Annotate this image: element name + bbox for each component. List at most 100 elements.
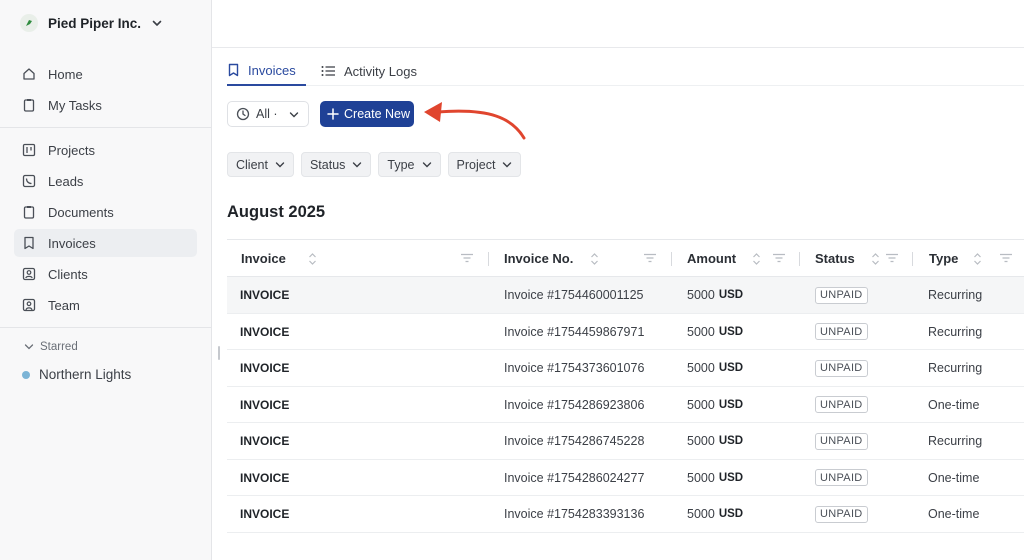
- clients-icon: [22, 267, 36, 281]
- filter-project[interactable]: Project: [447, 152, 522, 177]
- sidebar-item-team[interactable]: Team: [14, 291, 197, 319]
- sidebar-resize-handle[interactable]: [218, 346, 220, 360]
- starred-section-toggle[interactable]: Starred: [24, 341, 78, 353]
- starred-item-northern-lights[interactable]: Northern Lights: [22, 367, 131, 382]
- invoices-table: Invoice Invoice No. Amount Status Type I…: [227, 239, 1024, 533]
- plus-icon: [327, 108, 339, 120]
- filter-bar: Client Status Type Project: [227, 152, 522, 177]
- filter-label: Client: [236, 157, 268, 172]
- chevron-down-icon: [275, 161, 285, 167]
- column-divider: [488, 252, 489, 266]
- table-row[interactable]: INVOICE Invoice #1754286745228 5000 USD U…: [227, 423, 1024, 460]
- clipboard-icon: [22, 98, 36, 112]
- invoice-status: UNPAID: [815, 423, 868, 459]
- sidebar-item-clients[interactable]: Clients: [14, 260, 197, 288]
- invoice-title: INVOICE: [240, 507, 290, 521]
- tab-invoices[interactable]: Invoices: [227, 56, 306, 86]
- sort-icon[interactable]: [752, 252, 761, 266]
- table-row[interactable]: INVOICE Invoice #1754286024277 5000 USD U…: [227, 460, 1024, 496]
- tab-label: Activity Logs: [344, 63, 417, 79]
- team-icon: [22, 298, 36, 312]
- create-new-label: Create New: [344, 107, 410, 121]
- sort-icon[interactable]: [871, 252, 880, 266]
- amount-value: 5000: [687, 397, 715, 412]
- phone-icon: [22, 174, 36, 188]
- sidebar-item-documents[interactable]: Documents: [14, 198, 197, 226]
- column-header-invoice[interactable]: Invoice: [241, 240, 317, 277]
- column-divider: [671, 252, 672, 266]
- status-badge: UNPAID: [815, 396, 868, 413]
- table-header: Invoice Invoice No. Amount Status Type: [227, 239, 1024, 277]
- invoice-amount: 5000 USD: [687, 387, 743, 423]
- org-switcher[interactable]: Pied Piper Inc.: [20, 12, 163, 34]
- currency-code: USD: [718, 362, 744, 374]
- filter-label: Type: [387, 157, 415, 172]
- invoice-amount: 5000 USD: [687, 350, 743, 386]
- bookmark-icon: [22, 236, 36, 250]
- invoice-title: INVOICE: [240, 324, 290, 339]
- sort-icon[interactable]: [973, 252, 982, 266]
- column-header-amount[interactable]: Amount: [687, 240, 761, 277]
- filter-client[interactable]: Client: [227, 152, 294, 177]
- sidebar-item-label: Documents: [48, 204, 114, 220]
- home-icon: [22, 67, 36, 81]
- invoice-status: UNPAID: [815, 277, 868, 313]
- filter-icon[interactable]: [643, 253, 657, 263]
- invoice-type: Recurring: [928, 324, 983, 339]
- filter-icon[interactable]: [885, 253, 899, 263]
- chevron-down-icon: [152, 20, 162, 26]
- sort-icon[interactable]: [308, 252, 317, 266]
- invoice-type: One-time: [928, 397, 980, 412]
- column-label: Invoice No.: [504, 251, 574, 266]
- filter-icon[interactable]: [999, 253, 1013, 263]
- sidebar-item-label: My Tasks: [48, 97, 102, 113]
- sidebar-divider: [0, 327, 211, 328]
- amount-value: 5000: [687, 470, 715, 485]
- sort-icon[interactable]: [590, 252, 599, 266]
- table-row[interactable]: INVOICE Invoice #1754283393136 5000 USD U…: [227, 496, 1024, 533]
- tab-activity-logs[interactable]: Activity Logs: [321, 56, 417, 86]
- currency-code: USD: [718, 289, 744, 301]
- status-badge: UNPAID: [815, 323, 868, 340]
- filter-icon[interactable]: [460, 253, 474, 263]
- starred-label: Starred: [40, 341, 78, 353]
- column-header-invoice-no[interactable]: Invoice No.: [504, 240, 599, 277]
- table-row[interactable]: INVOICE Invoice #1754460001125 5000 USD U…: [227, 277, 1024, 314]
- filter-label: Status: [309, 157, 346, 172]
- chevron-down-icon: [289, 112, 299, 118]
- sidebar-item-projects[interactable]: Projects: [14, 136, 197, 164]
- column-header-status[interactable]: Status: [815, 240, 880, 277]
- invoice-amount: 5000 USD: [687, 277, 743, 313]
- invoice-amount: 5000 USD: [687, 423, 743, 459]
- filter-status[interactable]: Status: [300, 152, 372, 177]
- period-filter-dropdown[interactable]: All ·: [227, 101, 309, 127]
- invoice-amount: 5000 USD: [687, 314, 743, 350]
- filter-icon[interactable]: [772, 253, 786, 263]
- sidebar-item-label: Home: [48, 66, 83, 82]
- chevron-down-icon: [503, 161, 512, 167]
- invoice-type: One-time: [928, 470, 980, 485]
- column-header-type[interactable]: Type: [929, 240, 982, 277]
- sidebar-item-leads[interactable]: Leads: [14, 167, 197, 195]
- project-color-dot: [22, 370, 30, 379]
- currency-code: USD: [718, 325, 744, 338]
- filter-type[interactable]: Type: [378, 152, 441, 177]
- top-bar: [212, 0, 1024, 48]
- create-new-button[interactable]: Create New: [320, 101, 414, 127]
- column-divider: [912, 252, 913, 266]
- nav-primary: Home My Tasks: [14, 60, 197, 122]
- table-row[interactable]: INVOICE Invoice #1754459867971 5000 USD U…: [227, 314, 1024, 350]
- status-badge: UNPAID: [815, 505, 868, 523]
- kanban-icon: [22, 143, 36, 157]
- invoice-title: INVOICE: [240, 288, 290, 302]
- invoice-type: Recurring: [928, 361, 983, 375]
- table-row[interactable]: INVOICE Invoice #1754373601076 5000 USD U…: [227, 350, 1024, 387]
- status-badge: UNPAID: [815, 359, 868, 377]
- clock-history-icon: [236, 107, 250, 121]
- table-row[interactable]: INVOICE Invoice #1754286923806 5000 USD U…: [227, 387, 1024, 423]
- sidebar-item-home[interactable]: Home: [14, 60, 197, 88]
- sidebar-item-my-tasks[interactable]: My Tasks: [14, 91, 197, 119]
- column-label: Type: [929, 251, 959, 266]
- invoice-amount: 5000 USD: [687, 460, 743, 496]
- sidebar-item-invoices[interactable]: Invoices: [14, 229, 197, 257]
